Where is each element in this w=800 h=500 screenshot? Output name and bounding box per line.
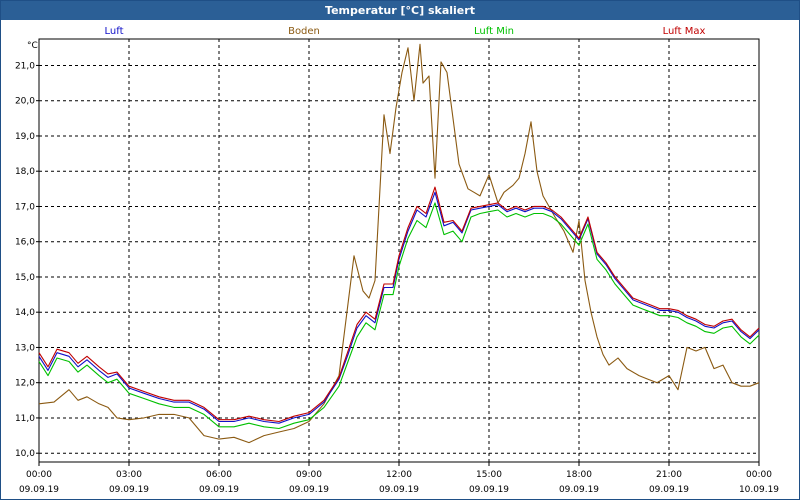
chart-window: Temperatur [°C] skaliert 10,0 11,0 12,0 13,… [0, 0, 800, 500]
x-tick-date: 09.09.19 [19, 485, 59, 495]
x-tick-time: 09:00 [296, 470, 322, 480]
y-tick-label: 15,0 [15, 273, 35, 283]
y-tick-label: 10,0 [15, 449, 35, 459]
x-tick-date: 09.09.19 [649, 485, 689, 495]
x-tick-time: 15:00 [476, 470, 502, 480]
x-tick-date: 10.09.19 [739, 485, 779, 495]
y-tick-label: 20,0 [15, 97, 35, 107]
x-tick-date: 09.09.19 [199, 485, 239, 495]
y-tick-label: 18,0 [15, 167, 35, 177]
y-tick-label: 16,0 [15, 238, 35, 248]
x-tick-time: 21:00 [656, 470, 682, 480]
y-tick-label: 12,0 [15, 379, 35, 389]
y-tick-label: 14,0 [15, 308, 35, 318]
x-tick-time: 12:00 [386, 470, 412, 480]
legend-luft: Luft [105, 26, 124, 37]
temperature-chart: 10,0 11,0 12,0 13,0 14,0 15,0 16,0 17,0 18,0 19,0… [15, 26, 779, 495]
x-tick-time: 06:00 [206, 470, 232, 480]
x-tick-time: 00:00 [746, 470, 772, 480]
y-unit-label: °C [27, 41, 38, 51]
y-tick-label: 13,0 [15, 343, 35, 353]
x-tick-date: 09.09.19 [379, 485, 419, 495]
legend-luft-max: Luft Max [663, 26, 706, 37]
x-tick-time: 03:00 [116, 470, 142, 480]
x-tick-date: 09.09.19 [469, 485, 509, 495]
x-tick-time: 18:00 [566, 470, 592, 480]
legend-boden: Boden [288, 26, 320, 37]
y-tick-label: 21,0 [15, 61, 35, 71]
legend-luft-min: Luft Min [474, 26, 514, 37]
x-tick-date: 09.09.19 [289, 485, 329, 495]
y-tick-label: 11,0 [15, 414, 35, 424]
y-tick-label: 19,0 [15, 132, 35, 142]
x-tick-date: 09.09.19 [109, 485, 149, 495]
x-tick-time: 00:00 [26, 470, 52, 480]
x-tick-date: 09.09.19 [559, 485, 599, 495]
y-tick-label: 17,0 [15, 202, 35, 212]
